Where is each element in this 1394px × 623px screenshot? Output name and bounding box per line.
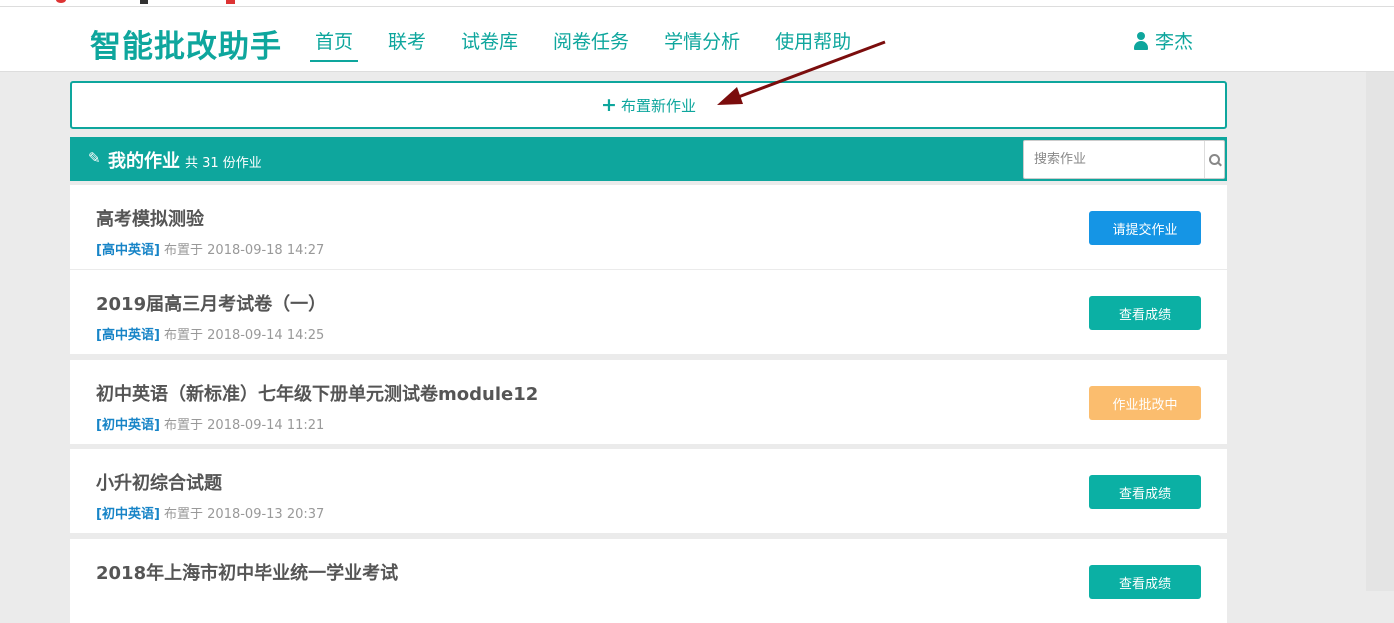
homework-title[interactable]: 初中英语（新标准）七年级下册单元测试卷module12 xyxy=(96,380,538,406)
nav-item-paper-library[interactable]: 试卷库 xyxy=(456,27,523,62)
browser-tab-icon xyxy=(56,0,66,3)
assign-new-homework-label: 布置新作业 xyxy=(620,96,696,115)
homework-subject-tag: [初中英语] xyxy=(96,507,160,522)
homework-title[interactable]: 高考模拟测验 xyxy=(96,205,204,231)
user-icon xyxy=(1133,31,1149,50)
nav-item-help[interactable]: 使用帮助 xyxy=(770,27,856,62)
assign-new-homework-button[interactable]: + 布置新作业 xyxy=(70,81,1227,129)
grading-in-progress-button[interactable]: 作业批改中 xyxy=(1089,386,1201,420)
nav-item-grading-tasks[interactable]: 阅卷任务 xyxy=(548,27,634,62)
scroll-gutter xyxy=(1366,72,1394,591)
nav-item-analytics[interactable]: 学情分析 xyxy=(659,27,745,62)
homework-meta: [高中英语] 布置于 2018-09-14 14:25 xyxy=(96,324,324,343)
app-logo[interactable]: 智能批改助手 xyxy=(90,21,282,66)
homework-title[interactable]: 2018年上海市初中毕业统一学业考试 xyxy=(96,559,398,585)
search-button[interactable] xyxy=(1204,141,1224,178)
user-name: 李杰 xyxy=(1155,31,1194,53)
homework-subject-tag: [高中英语] xyxy=(96,328,160,343)
homework-date: 布置于 2018-09-18 14:27 xyxy=(159,243,325,258)
homework-subject-tag: [初中英语] xyxy=(96,418,160,433)
homework-title[interactable]: 2019届高三月考试卷（一） xyxy=(96,290,326,316)
search-input[interactable] xyxy=(1024,141,1204,178)
my-homework-header: ✎ 我的作业 共 31 份作业 xyxy=(70,137,1227,181)
search-icon xyxy=(1208,153,1221,166)
browser-top-strip xyxy=(0,0,1394,7)
browser-tab-icon xyxy=(226,0,235,4)
view-scores-button[interactable]: 查看成绩 xyxy=(1089,565,1201,599)
nav-item-home[interactable]: 首页 xyxy=(310,27,359,62)
homework-meta: [初中英语] 布置于 2018-09-13 20:37 xyxy=(96,503,324,522)
pencil-icon: ✎ xyxy=(88,149,101,167)
homework-meta: [初中英语] 布置于 2018-09-14 11:21 xyxy=(96,414,324,433)
browser-tab-mark xyxy=(140,0,148,4)
submit-homework-button[interactable]: 请提交作业 xyxy=(1089,211,1201,245)
view-scores-button[interactable]: 查看成绩 xyxy=(1089,296,1201,330)
top-header: 智能批改助手 首页 联考 试卷库 阅卷任务 学情分析 使用帮助 李杰 xyxy=(0,7,1394,72)
homework-title[interactable]: 小升初综合试题 xyxy=(96,469,222,495)
homework-card[interactable]: 2018年上海市初中毕业统一学业考试 查看成绩 xyxy=(70,539,1227,623)
homework-count: 共 31 份作业 xyxy=(185,156,262,171)
plus-icon: + xyxy=(601,93,617,116)
view-scores-button[interactable]: 查看成绩 xyxy=(1089,475,1201,509)
homework-card[interactable]: 初中英语（新标准）七年级下册单元测试卷module12 [初中英语] 布置于 2… xyxy=(70,360,1227,444)
homework-card[interactable]: 2019届高三月考试卷（一） [高中英语] 布置于 2018-09-14 14:… xyxy=(70,270,1227,354)
user-menu[interactable]: 李杰 xyxy=(1133,27,1193,54)
nav-item-joint-exam[interactable]: 联考 xyxy=(383,27,431,62)
homework-date: 布置于 2018-09-14 14:25 xyxy=(159,328,325,343)
homework-meta: [高中英语] 布置于 2018-09-18 14:27 xyxy=(96,239,324,258)
main-nav: 首页 联考 试卷库 阅卷任务 学情分析 使用帮助 xyxy=(310,27,881,62)
homework-date: 布置于 2018-09-14 11:21 xyxy=(159,418,325,433)
homework-card[interactable]: 小升初综合试题 [初中英语] 布置于 2018-09-13 20:37 查看成绩 xyxy=(70,449,1227,533)
homework-card[interactable]: 高考模拟测验 [高中英语] 布置于 2018-09-18 14:27 请提交作业 xyxy=(70,185,1227,269)
panel-title: 我的作业 xyxy=(108,151,180,172)
homework-subject-tag: [高中英语] xyxy=(96,243,160,258)
homework-date: 布置于 2018-09-13 20:37 xyxy=(159,507,325,522)
search-box xyxy=(1023,140,1225,179)
